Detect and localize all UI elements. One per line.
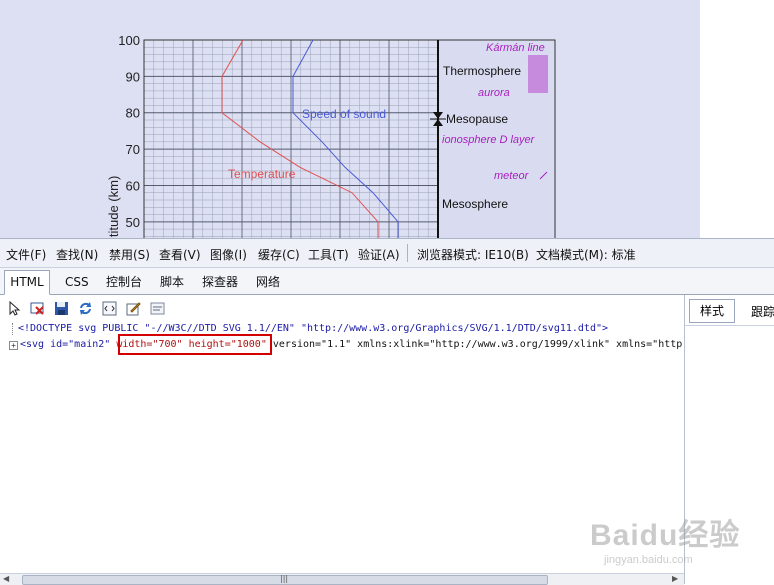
tab-css[interactable]: CSS [61, 272, 93, 293]
horizontal-scrollbar[interactable]: ◀ ||| ▶ [0, 573, 684, 585]
thermosphere-label: Thermosphere [443, 64, 521, 78]
y-tick-label: 100 [118, 33, 140, 48]
y-tick-label: 70 [126, 142, 140, 157]
ionosphere-label: ionosphere D layer [442, 134, 536, 146]
mesosphere-label: Mesosphere [442, 197, 508, 211]
doctype-text: <!DOCTYPE svg PUBLIC "-//W3C//DTD SVG 1.… [18, 323, 609, 334]
dom-attributes-icon[interactable] [150, 301, 165, 316]
menu-separator [407, 244, 408, 262]
tab-style[interactable]: 样式 [689, 299, 735, 323]
svg-other-attributes: version="1.1" xmlns:xlink="http://www.w3… [266, 339, 683, 350]
tree-connector [12, 323, 14, 335]
svg-open-tag: <svg id="main2" [20, 339, 117, 350]
menu-find[interactable]: 查找(N) [56, 246, 98, 263]
menu-tools[interactable]: 工具(T) [308, 246, 349, 263]
menu-validate[interactable]: 验证(A) [358, 246, 400, 263]
word-wrap-icon[interactable] [102, 301, 117, 316]
style-panel-divider [685, 325, 774, 326]
temperature-line [221, 39, 379, 238]
dom-tree: <!DOCTYPE svg PUBLIC "-//W3C//DTD SVG 1.… [0, 321, 684, 571]
tab-console[interactable]: 控制台 [102, 272, 146, 293]
rendered-page: 100 90 80 70 60 50 ltitude (km) Temperature S… [0, 0, 700, 238]
watermark-url: jingyan.baidu.com [604, 554, 693, 566]
speed-of-sound-line [292, 39, 399, 238]
devtools-tabbar: HTML CSS 控制台 脚本 探查器 网络 [0, 268, 774, 295]
scrollbar-grip-icon: ||| [280, 574, 289, 583]
tab-network[interactable]: 网络 [252, 272, 284, 293]
menu-disable[interactable]: 禁用(S) [109, 246, 150, 263]
scroll-right-icon[interactable]: ▶ [672, 574, 678, 583]
y-tick-label: 90 [126, 69, 140, 84]
watermark-logo: Baidu经验 [590, 519, 741, 552]
speed-of-sound-label: Speed of sound [302, 107, 386, 121]
aurora-band [528, 55, 548, 93]
menu-browser-mode[interactable]: 浏览器模式: IE10(B) [417, 246, 529, 263]
temperature-label: Temperature [228, 167, 296, 181]
mesopause-label: Mesopause [446, 112, 508, 126]
y-tick-label: 80 [126, 106, 140, 121]
expand-node-icon[interactable]: + [9, 341, 18, 350]
y-tick-label: 60 [126, 178, 140, 193]
doctype-line[interactable]: <!DOCTYPE svg PUBLIC "-//W3C//DTD SVG 1.… [18, 323, 608, 334]
html-toolbar [0, 295, 684, 321]
y-tick-label: 50 [126, 215, 140, 230]
select-element-cursor-icon[interactable] [7, 301, 22, 316]
edit-icon[interactable] [126, 301, 141, 316]
karman-line-label: Kármán line [486, 42, 545, 54]
menu-images[interactable]: 图像(I) [210, 246, 247, 263]
atmosphere-chart: 100 90 80 70 60 50 ltitude (km) Temperature S… [106, 33, 556, 238]
highlight-box [118, 334, 272, 355]
tab-html[interactable]: HTML [4, 270, 50, 295]
tab-script[interactable]: 脚本 [156, 272, 188, 293]
menu-view[interactable]: 查看(V) [159, 246, 201, 263]
y-axis-label: ltitude (km) [106, 176, 121, 238]
save-icon[interactable] [54, 301, 69, 316]
chart-grid [143, 39, 439, 238]
menu-cache[interactable]: 缓存(C) [258, 246, 300, 263]
devtools-menubar: 文件(F) 查找(N) 禁用(S) 查看(V) 图像(I) 缓存(C) 工具(T… [0, 239, 774, 268]
menu-file[interactable]: 文件(F) [6, 246, 46, 263]
watermark: Baidu经验 jingyan.baidu.com [590, 510, 760, 570]
clear-outline-icon[interactable] [30, 301, 45, 316]
menu-document-mode[interactable]: 文档模式(M): 标准 [536, 246, 636, 263]
aurora-label: aurora [478, 87, 510, 99]
tab-profiler[interactable]: 探查器 [198, 272, 242, 293]
tab-trace-styles[interactable]: 跟踪 [751, 303, 774, 320]
page-right-blank [700, 0, 774, 238]
scroll-left-icon[interactable]: ◀ [3, 574, 9, 583]
meteor-label: meteor [494, 170, 530, 182]
refresh-icon[interactable] [78, 301, 93, 316]
